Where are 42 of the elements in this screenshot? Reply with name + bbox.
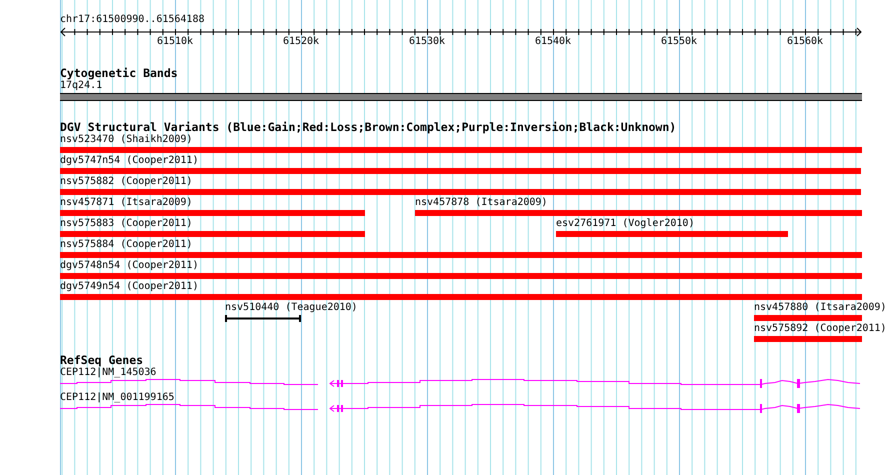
variant-bar[interactable]	[60, 294, 862, 300]
variant-label: nsv457880 (Itsara2009)	[754, 302, 886, 314]
tick-label: 61540k	[534, 36, 572, 48]
variant-label: nsv510440 (Teague2010)	[225, 302, 358, 314]
gene-model[interactable]	[60, 404, 860, 413]
variant-label: dgv5748n54 (Cooper2011)	[60, 260, 198, 272]
variant-label: esv2761971 (Vogler2010)	[556, 218, 694, 230]
track-title: DGV Structural Variants (Blue:Gain;Red:Loss;Brown:Complex;Purple:Inversion;Black:Unknown)	[60, 121, 676, 134]
variant-label: nsv523470 (Shaikh2009)	[60, 134, 192, 146]
variant-label: dgv5747n54 (Cooper2011)	[60, 155, 198, 167]
tick-label: 61560k	[786, 36, 824, 48]
tick-label: 61520k	[282, 36, 320, 48]
variant-bar[interactable]	[415, 210, 862, 216]
variant-bar[interactable]	[754, 336, 862, 342]
variant-label: nsv457878 (Itsara2009)	[415, 197, 548, 209]
track-title: RefSeq Genes	[60, 354, 144, 367]
gene-model[interactable]	[60, 379, 860, 388]
tick-label: 61550k	[660, 36, 698, 48]
variant-label: nsv575882 (Cooper2011)	[60, 176, 192, 188]
variant-bar[interactable]	[60, 231, 365, 237]
variant-label: nsv575892 (Cooper2011)	[754, 323, 886, 335]
variant-bar[interactable]	[556, 231, 788, 237]
variant-bar[interactable]	[60, 210, 365, 216]
tick-label: 61510k	[156, 36, 194, 48]
variant-label: nsv575884 (Cooper2011)	[60, 239, 192, 251]
variant-label: nsv457871 (Itsara2009)	[60, 197, 192, 209]
gene-label: CEP112|NM_145036	[60, 367, 156, 379]
gene-label: CEP112|NM_001199165	[60, 392, 174, 404]
variant-bar[interactable]	[60, 189, 861, 195]
variant-label: nsv575883 (Cooper2011)	[60, 218, 192, 230]
track-title: Cytogenetic Bands	[60, 67, 178, 80]
band-bar[interactable]	[60, 93, 862, 101]
variant-label: dgv5749n54 (Cooper2011)	[60, 281, 198, 293]
variant-bar[interactable]	[60, 273, 862, 279]
variant-bar[interactable]	[754, 315, 862, 321]
band-label: 17q24.1	[60, 80, 102, 92]
variant-bar[interactable]	[60, 252, 862, 258]
variant-bar[interactable]	[60, 168, 861, 174]
tick-label: 61530k	[408, 36, 446, 48]
variant-span[interactable]	[225, 315, 301, 322]
region-label: chr17:61500990..61564188	[60, 14, 204, 26]
variant-bar[interactable]	[60, 147, 862, 153]
